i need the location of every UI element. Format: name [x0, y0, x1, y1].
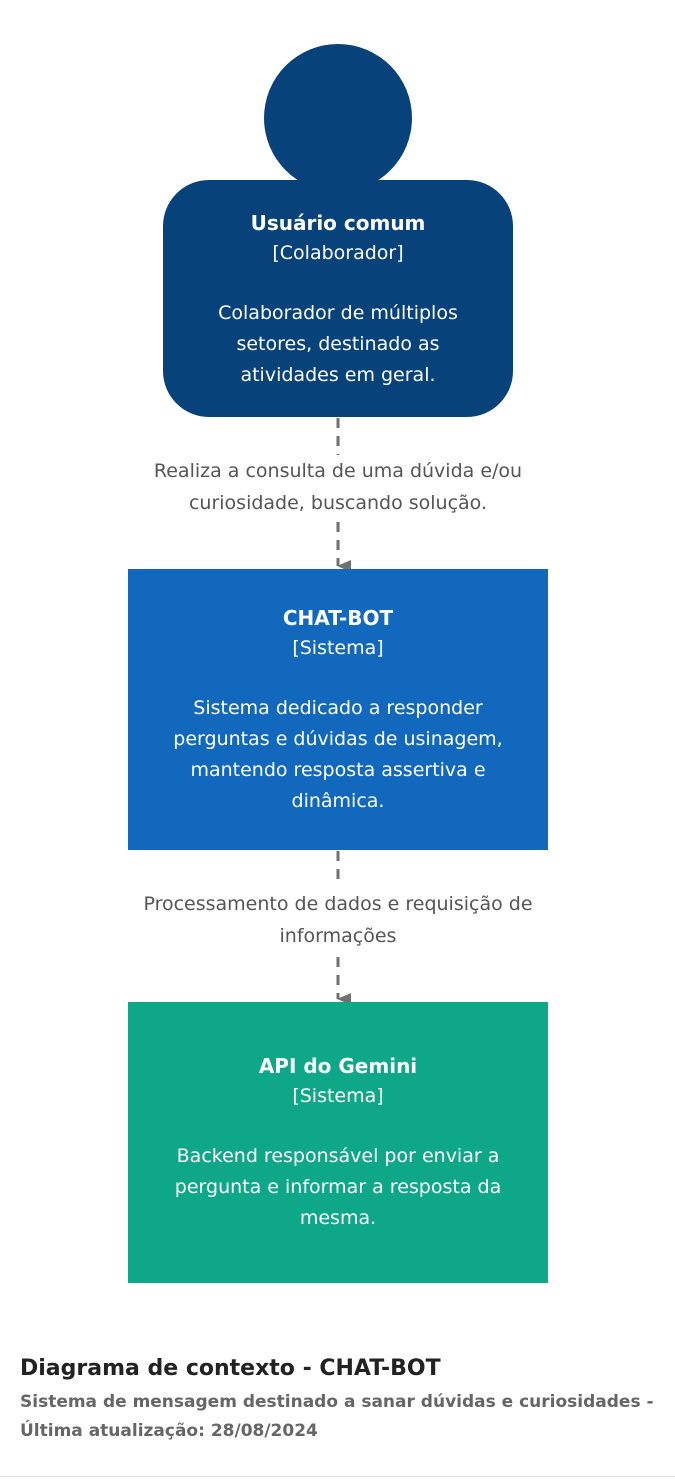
element-name: API do Gemini [258, 1054, 418, 1078]
relationship-label-user-chatbot: Realiza a consulta de uma dúvida e/ou cu… [153, 460, 523, 514]
diagram-subtitle: Sistema de mensagem destinado a sanar dú… [20, 1392, 654, 1441]
element-name: CHAT-BOT [282, 606, 394, 630]
element-description: Sistema dedicado a responder perguntas e… [173, 697, 503, 812]
element-type: [Colaborador] [272, 242, 404, 264]
element-name: Usuário comum [250, 211, 426, 235]
diagram-title: Diagrama de contexto - CHAT-BOT [20, 1356, 441, 1381]
relationship-label-chatbot-api: Processamento de dados e requisição de i… [143, 893, 533, 947]
person-user-comum[interactable]: Usuário comum [Colaborador] Colaborador … [163, 180, 513, 417]
diagram-canvas: Usuário comum [Colaborador] Colaborador … [0, 0, 675, 1480]
element-description: Backend responsável por enviar a pergunt… [174, 1145, 502, 1229]
bottom-divider [0, 1476, 675, 1477]
element-description: Colaborador de múltiplos setores, destin… [218, 302, 458, 386]
system-chatbot[interactable]: CHAT-BOT [Sistema] Sistema dedicado a re… [128, 569, 548, 850]
system-api-gemini[interactable]: API do Gemini [Sistema] Backend responsá… [128, 1002, 548, 1283]
element-type: [Sistema] [292, 637, 384, 659]
person-head-icon [264, 44, 412, 192]
element-type: [Sistema] [292, 1085, 384, 1107]
